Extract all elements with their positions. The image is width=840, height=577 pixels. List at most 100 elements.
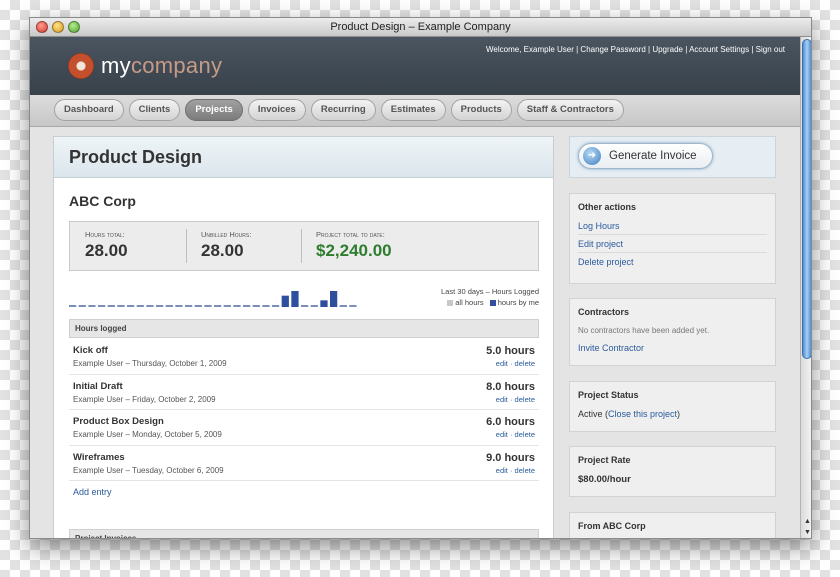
invite-contractor-link[interactable]: Invite Contractor	[578, 343, 767, 356]
sparkline-baseline-mark	[156, 305, 164, 307]
card-title: Project Rate	[578, 455, 631, 465]
contractors-card: Contractors No contractors have been add…	[569, 298, 776, 366]
sparkline-baseline-mark	[252, 305, 260, 307]
minimize-icon[interactable]	[52, 21, 64, 33]
project-status-card: Project Status Active (Close this projec…	[569, 381, 776, 432]
card-title: Other actions	[578, 202, 637, 212]
stat-project-total: Project total to date: $2,240.00	[301, 222, 501, 270]
add-entry-link[interactable]: Add entry	[73, 487, 112, 497]
scrollbar-thumb[interactable]	[802, 39, 811, 359]
sparkline-baseline-mark	[243, 305, 251, 307]
generate-invoice-panel: ➜ Generate Invoice	[569, 136, 776, 178]
sparkline-baseline-mark	[310, 305, 318, 307]
entry-actions[interactable]: edit · delete	[496, 359, 535, 368]
status-text: Active (Close this project)	[578, 409, 767, 419]
vertical-scrollbar[interactable]: ▲ ▼	[800, 37, 811, 538]
app-window: Product Design – Example Company mycompa…	[29, 17, 812, 539]
content-area: Product Design ABC Corp Hours total: 28.…	[30, 128, 800, 538]
logo-prefix: my	[101, 53, 131, 78]
hours-list: Kick off Example User – Thursday, Octobe…	[69, 339, 539, 481]
sparkline-baseline-mark	[136, 305, 144, 307]
sparkline-baseline-mark	[281, 305, 289, 307]
hours-sparkline	[69, 291, 357, 307]
logo-mark-icon	[68, 53, 94, 79]
sparkline-baseline-mark	[233, 305, 241, 307]
edit-project-link[interactable]: Edit project	[578, 239, 767, 253]
generate-invoice-button[interactable]: ➜ Generate Invoice	[578, 143, 713, 169]
sparkline-baseline-mark	[88, 305, 96, 307]
sparkline-bar	[281, 295, 289, 305]
sparkline-legend: Last 30 days – Hours Logged all hours ho…	[441, 286, 539, 308]
entry-hours: 9.0 hours	[486, 451, 535, 464]
tab-projects[interactable]: Projects	[185, 99, 243, 121]
contractors-note: No contractors have been added yet.	[578, 326, 710, 335]
page-title: Product Design	[54, 137, 553, 178]
tab-staff-contractors[interactable]: Staff & Contractors	[516, 99, 624, 121]
tab-recurring[interactable]: Recurring	[310, 99, 376, 121]
window-controls	[36, 21, 80, 33]
my-hours-swatch-icon	[489, 300, 496, 306]
zoom-icon[interactable]	[68, 21, 80, 33]
entry-actions[interactable]: edit · delete	[496, 395, 535, 404]
list-item: Kick off Example User – Thursday, Octobe…	[69, 339, 539, 375]
delete-project-link[interactable]: Delete project	[578, 257, 767, 270]
tab-products[interactable]: Products	[450, 99, 512, 121]
entry-meta: Example User – Thursday, October 1, 2009	[73, 359, 227, 368]
sparkline-baseline-mark	[185, 305, 193, 307]
sparkline-baseline-mark	[78, 305, 86, 307]
project-panel: Product Design ABC Corp Hours total: 28.…	[53, 136, 554, 538]
sparkline-bar	[330, 291, 338, 305]
close-icon[interactable]	[36, 21, 48, 33]
sparkline-baseline-mark	[291, 305, 299, 307]
list-item: Initial Draft Example User – Friday, Oct…	[69, 375, 539, 410]
list-item: Wireframes Example User – Tuesday, Octob…	[69, 446, 539, 481]
stat-hours-total: Hours total: 28.00	[70, 222, 186, 270]
tab-dashboard[interactable]: Dashboard	[54, 99, 124, 121]
tab-estimates[interactable]: Estimates	[380, 99, 446, 121]
sparkline-baseline-mark	[339, 305, 347, 307]
entry-title: Product Box Design	[73, 416, 164, 427]
sparkline-bar	[291, 291, 299, 305]
project-stats: Hours total: 28.00 Unbilled Hours: 28.00…	[69, 221, 539, 271]
sparkline-baseline-mark	[272, 305, 280, 307]
entry-actions[interactable]: edit · delete	[496, 466, 535, 475]
entry-hours: 5.0 hours	[486, 345, 535, 357]
sparkline-baseline-mark	[262, 305, 270, 307]
main-nav: Dashboard Clients Projects Invoices Recu…	[30, 95, 811, 127]
legend-mine: hours by me	[497, 298, 539, 307]
user-links[interactable]: Welcome, Example User | Change Password …	[486, 45, 785, 54]
tab-clients[interactable]: Clients	[128, 99, 181, 121]
tab-invoices[interactable]: Invoices	[247, 99, 306, 121]
entry-meta: Example User – Friday, October 2, 2009	[73, 394, 216, 404]
scroll-down-icon[interactable]: ▼	[802, 528, 811, 538]
close-project-link[interactable]: Close this project	[608, 409, 677, 419]
sparkline-bar	[320, 300, 328, 305]
scroll-up-icon[interactable]: ▲	[802, 517, 811, 527]
from-client-card: From ABC Corp	[569, 512, 776, 538]
sparkline-baseline-mark	[349, 305, 357, 307]
entry-title: Wireframes	[73, 451, 125, 463]
logo[interactable]: mycompany	[68, 53, 222, 79]
entry-title: Initial Draft	[73, 380, 123, 392]
entry-actions[interactable]: edit · delete	[496, 430, 535, 439]
stat-unbilled-hours: Unbilled Hours: 28.00	[186, 222, 301, 270]
sparkline-baseline-mark	[69, 305, 77, 307]
status-prefix: Active (	[578, 409, 609, 419]
window-title: Product Design – Example Company	[330, 21, 511, 33]
sparkline-baseline-mark	[223, 305, 231, 307]
legend-title: Last 30 days – Hours Logged	[441, 287, 539, 296]
list-item: Product Box Design Example User – Monday…	[69, 410, 539, 446]
generate-invoice-label: Generate Invoice	[609, 150, 697, 162]
log-hours-link[interactable]: Log Hours	[578, 221, 767, 235]
card-title: Project Status	[578, 390, 639, 400]
card-title: Contractors	[578, 307, 630, 317]
client-name: ABC Corp	[69, 193, 136, 209]
sparkline-baseline-mark	[98, 305, 106, 307]
sparkline-baseline-mark	[194, 305, 202, 307]
entry-hours: 8.0 hours	[486, 380, 535, 393]
project-invoices-heading: Project Invoices	[69, 529, 539, 538]
sparkline-baseline-mark	[117, 305, 125, 307]
stat-value: 28.00	[85, 241, 128, 260]
rate-value: $80.00/hour	[578, 474, 631, 485]
logo-suffix: company	[130, 53, 223, 78]
